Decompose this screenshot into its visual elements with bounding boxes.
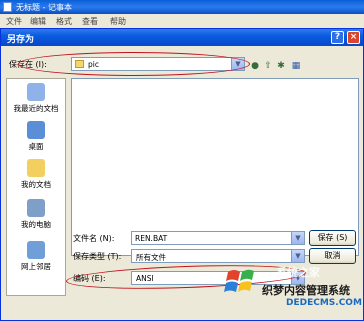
dialog-title: 另存为 <box>7 35 35 45</box>
my-documents-icon <box>27 159 45 177</box>
watermark-ghost-text: 系统之家 <box>276 266 320 279</box>
encoding-value: ANSI <box>136 274 154 283</box>
place-network-label: 网上邻居 <box>21 262 51 271</box>
folder-icon <box>75 60 84 68</box>
place-my-computer-label: 我的电脑 <box>21 220 51 229</box>
watermark-text-cn: 织梦内容管理系统 <box>262 284 350 297</box>
chevron-down-icon[interactable]: ▼ <box>291 250 304 262</box>
chevron-down-icon[interactable]: ▼ <box>231 58 244 70</box>
save-button[interactable]: 保存 (S) <box>309 230 356 246</box>
back-icon[interactable]: ● <box>249 60 261 72</box>
place-recent[interactable]: 我最近的文档 <box>7 83 65 114</box>
place-desktop-label: 桌面 <box>28 142 44 151</box>
filetype-combo[interactable]: 所有文件 ▼ <box>131 249 305 263</box>
filetype-value: 所有文件 <box>136 253 166 262</box>
close-button[interactable]: × <box>347 31 360 44</box>
notepad-title: 无标题 - 记事本 <box>16 3 72 12</box>
help-button[interactable]: ? <box>331 31 344 44</box>
dialog-title-bar: 另存为 ? × <box>1 29 363 46</box>
place-my-computer[interactable]: 我的电脑 <box>7 199 65 230</box>
filename-input[interactable]: REN.BAT ▼ <box>131 231 305 245</box>
save-in-label: 保存在 (I): <box>9 60 47 69</box>
place-network[interactable]: 网上邻居 <box>7 241 65 272</box>
save-in-combo[interactable]: pic ▼ <box>71 57 245 71</box>
my-computer-icon <box>27 199 45 217</box>
filename-dropdown-icon[interactable]: ▼ <box>291 232 304 244</box>
filename-value: REN.BAT <box>135 234 168 243</box>
place-my-documents[interactable]: 我的文档 <box>7 159 65 190</box>
watermark-text-en: DEDECMS.COM <box>286 298 362 308</box>
watermark: 系统之家 织梦内容管理系统 DEDECMS.COM <box>222 262 364 321</box>
new-folder-icon[interactable]: ✱ <box>275 60 287 72</box>
network-places-icon <box>27 241 45 259</box>
notepad-title-bar: 无标题 - 记事本 <box>0 0 364 14</box>
menu-format[interactable]: 格式 <box>56 16 72 27</box>
menu-edit[interactable]: 编辑 <box>30 16 46 27</box>
notepad-menu-bar: 文件 编辑 格式 查看 帮助 <box>0 14 364 28</box>
notepad-icon <box>3 2 12 12</box>
view-menu-icon[interactable]: ▦ <box>290 60 302 72</box>
places-bar: 我最近的文档 桌面 我的文档 我的电脑 网上邻居 <box>6 78 66 296</box>
menu-view[interactable]: 查看 <box>82 16 98 27</box>
filename-label: 文件名 (N): <box>73 234 115 243</box>
place-desktop[interactable]: 桌面 <box>7 121 65 152</box>
desktop-icon <box>27 121 45 139</box>
save-in-value: pic <box>88 60 99 69</box>
filetype-label: 保存类型 (T): <box>73 252 122 261</box>
recent-docs-icon <box>27 83 45 101</box>
place-my-documents-label: 我的文档 <box>21 180 51 189</box>
menu-file[interactable]: 文件 <box>6 16 22 27</box>
encoding-label: 编码 (E): <box>73 274 106 283</box>
up-folder-icon[interactable]: ⇧ <box>262 60 274 72</box>
windows-logo-icon <box>224 269 254 292</box>
menu-help[interactable]: 帮助 <box>110 16 126 27</box>
place-recent-label: 我最近的文档 <box>13 104 59 113</box>
